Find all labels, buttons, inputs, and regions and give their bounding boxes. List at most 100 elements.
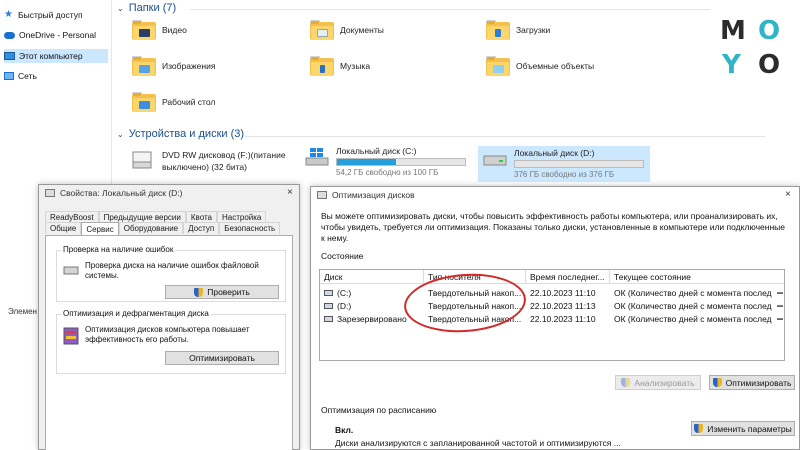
logo-letter: O xyxy=(758,50,781,80)
device-name: Локальный диск (D:) xyxy=(514,148,595,158)
button-label: Оптимизировать xyxy=(725,377,792,388)
tab-security[interactable]: Безопасность xyxy=(219,222,281,234)
cell-current-status: ОК (Количество дней с момента послед xyxy=(614,313,772,324)
button-label: Проверить xyxy=(207,287,250,297)
device-name: Локальный диск (C:) xyxy=(336,146,417,156)
group-title: Проверка на наличие ошибок xyxy=(61,245,176,254)
drive-icon xyxy=(324,289,333,296)
cell-last-run: 22.10.2023 11:10 xyxy=(530,287,596,298)
schedule-description: Диски анализируются с запланированной ча… xyxy=(335,438,621,448)
device-local-disk-c[interactable]: Локальный диск (C:) 54,2 ГБ свободно из … xyxy=(304,146,466,177)
folder-label: Видео xyxy=(162,25,187,35)
nav-item-network[interactable]: Сеть xyxy=(4,69,108,83)
column-header-current-status[interactable]: Текущее состояние xyxy=(610,270,784,284)
moyo-logo: M O Y O xyxy=(712,16,792,82)
nav-item-label: Этот компьютер xyxy=(19,51,83,61)
logo-letter: M xyxy=(720,16,746,46)
dialog-title-bar: Оптимизация дисков xyxy=(311,187,799,203)
check-button[interactable]: Проверить xyxy=(165,285,279,299)
nav-item-label: Сеть xyxy=(18,71,37,81)
nav-item-quick-access[interactable]: ★ Быстрый доступ xyxy=(4,8,108,22)
column-header-disk[interactable]: Диск xyxy=(320,270,424,284)
disk-usage-bar xyxy=(336,158,466,166)
cell-disk-text: Зарезервировано xyxy=(337,313,407,324)
folder-documents[interactable]: Документы xyxy=(310,20,384,40)
folder-downloads[interactable]: Загрузки xyxy=(486,20,550,40)
button-label: Изменить параметры xyxy=(707,423,792,434)
nav-item-label: OneDrive - Personal xyxy=(19,30,97,40)
close-icon[interactable]: × xyxy=(785,189,791,200)
dvd-drive-icon xyxy=(132,151,152,169)
cloud-icon xyxy=(4,31,15,39)
network-icon xyxy=(4,72,14,80)
nav-item-label: Быстрый доступ xyxy=(18,10,83,20)
device-dvd-drive[interactable]: DVD RW дисковод (F:)(питание выключено) … xyxy=(130,150,286,172)
cell-current-status: ОК (Количество дней с момента послед xyxy=(614,300,772,311)
logo-letter: Y xyxy=(722,50,741,80)
column-header-last-run[interactable]: Время последнег... xyxy=(526,270,610,284)
cell-current-status: ОК (Количество дней с момента послед xyxy=(614,287,772,298)
logo-letter: O xyxy=(758,16,781,46)
cell-last-run: 22.10.2023 11:13 xyxy=(530,300,596,311)
close-icon[interactable]: × xyxy=(287,187,293,198)
tab-sharing[interactable]: Доступ xyxy=(183,222,220,234)
shield-icon xyxy=(694,424,704,433)
chevron-down-icon: ⌄ xyxy=(117,3,124,13)
dialog-title: Оптимизация дисков xyxy=(332,190,415,200)
drive-icon xyxy=(324,302,333,309)
drive-icon xyxy=(483,155,507,166)
disk-usage-fill xyxy=(337,159,396,165)
3d-objects-folder-icon xyxy=(486,56,510,76)
computer-icon xyxy=(4,52,15,60)
tab-general[interactable]: Общие xyxy=(45,222,82,234)
device-local-disk-d[interactable]: Локальный диск (D:) 376 ГБ свободно из 3… xyxy=(478,146,650,182)
folders-section-header[interactable]: ⌄ Папки (7) xyxy=(117,2,176,14)
schedule-label: Оптимизация по расписанию xyxy=(321,405,437,415)
shield-icon xyxy=(621,378,631,387)
folder-pictures[interactable]: Изображения xyxy=(132,56,215,76)
shield-icon xyxy=(194,287,204,297)
analyze-button[interactable]: Анализировать xyxy=(615,375,701,390)
music-folder-icon xyxy=(310,56,334,76)
folder-music[interactable]: Музыка xyxy=(310,56,370,76)
tab-hardware[interactable]: Оборудование xyxy=(118,222,184,234)
optimize-button[interactable]: Оптимизировать xyxy=(165,351,279,365)
windows-drive-icon xyxy=(305,148,329,166)
drive-icon xyxy=(324,315,333,322)
device-name-continued: выключено) (32 бита) xyxy=(162,162,247,172)
devices-section-header[interactable]: ⌄ Устройства и диски (3) xyxy=(117,128,244,140)
folder-video[interactable]: Видео xyxy=(132,20,187,40)
tab-row-bottom: Общие Сервис Оборудование Доступ Безопас… xyxy=(45,222,281,235)
folders-section-title: Папки (7) xyxy=(128,2,177,14)
status-label: Состояние xyxy=(321,251,364,261)
cell-last-run: 22.10.2023 11:10 xyxy=(530,313,596,324)
optimize-drives-icon xyxy=(317,191,327,199)
group-description: Проверка диска на наличие ошибок файлово… xyxy=(85,261,259,280)
folder-desktop[interactable]: Рабочий стол xyxy=(132,92,215,112)
error-check-group: Проверка на наличие ошибок Проверка диск… xyxy=(56,245,286,302)
video-folder-icon xyxy=(132,20,156,40)
disk-check-icon xyxy=(63,266,79,275)
row-scroll-arrow-icon: ▬ xyxy=(777,303,783,309)
schedule-state: Вкл. xyxy=(335,425,354,435)
row-scroll-arrow-icon: ▬ xyxy=(777,290,783,296)
folder-label: Изображения xyxy=(162,61,216,71)
chevron-down-icon: ⌄ xyxy=(117,129,124,139)
change-settings-button[interactable]: Изменить параметры xyxy=(691,421,795,436)
device-name: DVD RW дисковод (F:)(питание xyxy=(162,150,286,160)
optimize-group: Оптимизация и дефрагментация диска Оптим… xyxy=(56,309,286,374)
nav-item-this-pc[interactable]: Этот компьютер xyxy=(4,49,108,63)
group-description: Оптимизация дисков компьютера повышает э… xyxy=(85,325,250,344)
nav-item-onedrive[interactable]: OneDrive - Personal xyxy=(4,28,108,42)
disk-properties-dialog: Свойства: Локальный диск (D:) × ReadyBoo… xyxy=(38,184,300,450)
downloads-folder-icon xyxy=(486,20,510,40)
button-label: Оптимизировать xyxy=(189,353,255,363)
disk-usage-bar xyxy=(514,160,644,168)
folder-3d-objects[interactable]: Объемные объекты xyxy=(486,56,594,76)
optimize-drives-dialog: Оптимизация дисков × Вы можете оптимизир… xyxy=(310,186,800,450)
tab-tools[interactable]: Сервис xyxy=(81,222,119,235)
optimize-drives-button[interactable]: Оптимизировать xyxy=(709,375,795,390)
section-divider xyxy=(190,9,710,10)
section-divider xyxy=(245,136,765,137)
folder-label: Документы xyxy=(340,25,384,35)
